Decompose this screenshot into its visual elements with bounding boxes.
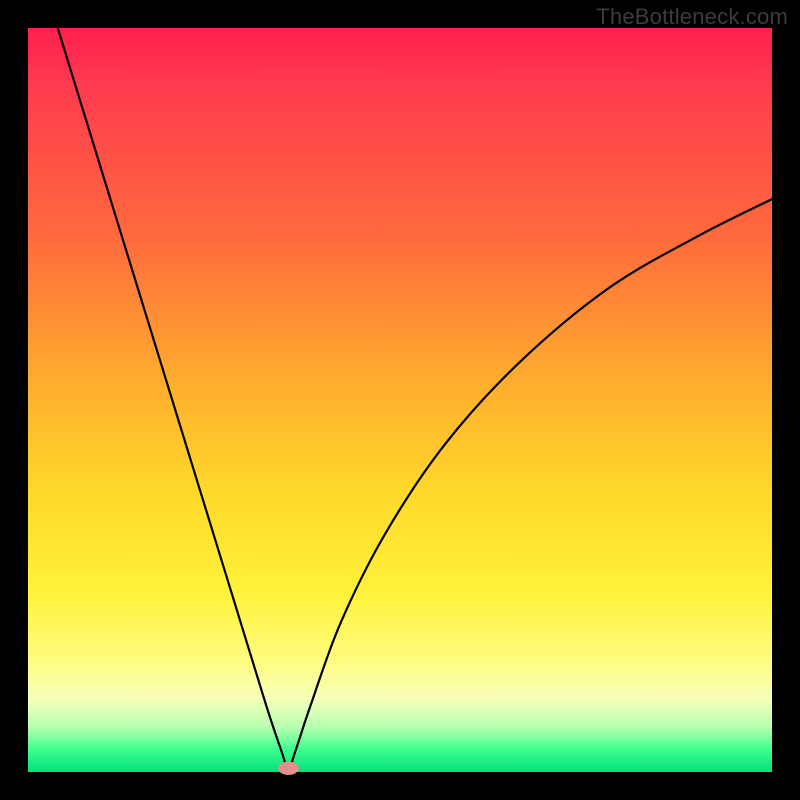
chart-container: TheBottleneck.com	[0, 0, 800, 800]
plot-area	[28, 28, 772, 772]
minimum-marker	[278, 762, 299, 775]
watermark-text: TheBottleneck.com	[596, 4, 788, 30]
bottleneck-curve	[58, 28, 772, 768]
curve-svg	[28, 28, 772, 772]
